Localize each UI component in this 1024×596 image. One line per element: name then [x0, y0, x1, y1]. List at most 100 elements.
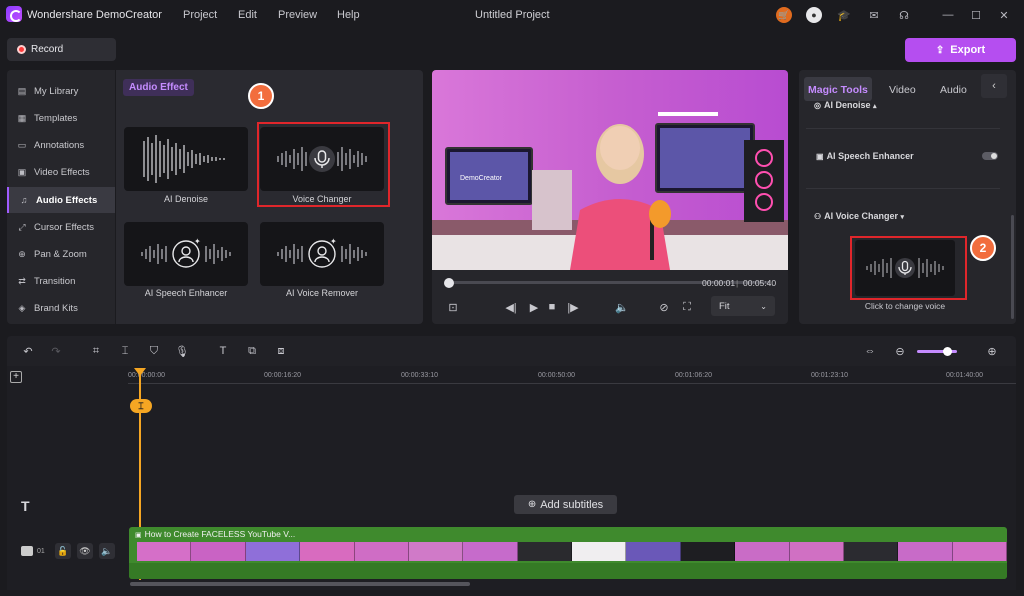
volume-icon[interactable]: 🔈: [615, 300, 629, 314]
clip-type-icon: ▣: [135, 532, 142, 539]
close-icon[interactable]: ✕: [996, 7, 1012, 23]
zoom-out-icon[interactable]: ⊖: [893, 344, 907, 358]
fit-dropdown[interactable]: Fit ⌄: [711, 296, 775, 316]
sidebar-item-label: Annotations: [34, 139, 85, 151]
ruler-tick-label: 00:01:23:10: [811, 372, 848, 379]
total-time: 00:05:40: [743, 278, 777, 288]
undo-icon[interactable]: ↶: [21, 344, 35, 358]
clip-thumbnail: [952, 542, 1007, 561]
crop-icon[interactable]: ⊘: [657, 300, 671, 314]
tab-audio[interactable]: Audio: [940, 84, 967, 96]
mic-icon[interactable]: 🎙: [175, 344, 189, 358]
fullscreen-icon[interactable]: ⛶: [680, 300, 694, 314]
menu-preview[interactable]: Preview: [278, 9, 317, 21]
ai-voice-changer-row[interactable]: ⚇ AI Voice Changer ▾: [814, 211, 904, 221]
text-tool-icon[interactable]: T: [216, 344, 230, 358]
stop-icon[interactable]: ■: [545, 300, 559, 314]
clip-thumbnail: [626, 542, 681, 561]
svg-text:✦: ✦: [194, 237, 201, 246]
split-marker-icon[interactable]: ⌶: [130, 399, 152, 413]
ai-denoise-row[interactable]: ◎ AI Denoise ▴: [814, 100, 877, 110]
change-voice-button[interactable]: [855, 240, 955, 296]
cursor-icon: ⤢: [18, 221, 26, 232]
current-time: 00:00:01: [702, 278, 736, 288]
clip-thumbnails: [137, 542, 1007, 561]
video-track-icon: [21, 546, 33, 556]
step-badge-1: 1: [248, 83, 274, 109]
add-track-icon[interactable]: +: [10, 371, 22, 383]
sidebar-item-annotations[interactable]: ▭ Annotations: [7, 132, 115, 158]
next-frame-icon[interactable]: |▶: [566, 300, 580, 314]
zoom-in-icon[interactable]: ⊕: [985, 344, 999, 358]
group-icon[interactable]: ⧉: [245, 344, 259, 358]
tab-magic-tools[interactable]: Magic Tools: [808, 84, 868, 96]
tab-video[interactable]: Video: [889, 84, 916, 96]
support-icon[interactable]: ☊: [896, 7, 912, 23]
menu-project[interactable]: Project: [183, 9, 217, 21]
split-icon[interactable]: ⌶: [118, 344, 132, 358]
voice-changer-waveform-icon: [277, 146, 367, 172]
sidebar-item-transition[interactable]: ⇄ Transition: [7, 268, 115, 294]
minimize-icon[interactable]: —: [940, 7, 956, 23]
effect-card-voice-changer[interactable]: [260, 127, 384, 191]
snapshot-icon[interactable]: ⊡: [446, 300, 460, 314]
app-title: Wondershare DemoCreator: [27, 9, 162, 21]
clip-thumbnail: [137, 542, 192, 561]
speech-enhancer-icon: ▣: [816, 152, 824, 161]
speaker-icon[interactable]: 🔈: [99, 543, 115, 559]
ungroup-icon[interactable]: ⧈: [274, 344, 288, 358]
lock-icon[interactable]: 🔓: [55, 543, 71, 559]
menu-help[interactable]: Help: [337, 9, 360, 21]
cart-icon[interactable]: 🛒: [776, 7, 792, 23]
seek-handle[interactable]: [444, 278, 454, 288]
sidebar-item-cursor-effects[interactable]: ⤢ Cursor Effects: [7, 214, 115, 240]
timeline-scrollbar[interactable]: [130, 582, 470, 586]
sidebar-item-pan-zoom[interactable]: ⊕ Pan & Zoom: [7, 241, 115, 267]
fit-timeline-icon[interactable]: ⇔: [863, 344, 877, 358]
export-button[interactable]: ⇪ Export: [905, 38, 1016, 62]
record-button[interactable]: Record: [7, 38, 116, 61]
ruler-tick-label: 00:01:40:00: [946, 372, 983, 379]
add-subtitles-label: Add subtitles: [540, 498, 604, 511]
record-dot-icon: [17, 45, 26, 54]
tutorial-icon[interactable]: 🎓: [836, 7, 852, 23]
video-frame: DemoCreator: [432, 70, 788, 270]
effect-card-ai-denoise[interactable]: [124, 127, 248, 191]
redo-icon[interactable]: ↷: [49, 344, 63, 358]
sidebar-item-brand-kits[interactable]: ◈ Brand Kits: [7, 295, 115, 321]
panel-scrollbar[interactable]: [1011, 215, 1014, 319]
mail-icon[interactable]: ✉: [866, 7, 882, 23]
ai-speech-enhancer-label: AI Speech Enhancer: [826, 151, 914, 161]
maximize-icon[interactable]: ☐: [968, 7, 984, 23]
eye-icon[interactable]: 👁: [77, 543, 93, 559]
speech-enhancer-toggle[interactable]: [982, 152, 998, 160]
clip-thumbnail: [354, 542, 409, 561]
divider: [806, 128, 1000, 129]
screen-logo-text: DemoCreator: [460, 175, 503, 182]
sidebar-item-audio-effects[interactable]: ♫ Audio Effects: [7, 187, 115, 213]
zoom-slider-handle[interactable]: [943, 347, 952, 356]
prev-frame-icon[interactable]: ◀|: [504, 300, 518, 314]
clip-thumbnail: [300, 542, 355, 561]
play-icon[interactable]: ▶: [527, 300, 541, 314]
account-icon[interactable]: ●: [806, 7, 822, 23]
menu-edit[interactable]: Edit: [238, 9, 257, 21]
add-subtitles-button[interactable]: ⊕ Add subtitles: [514, 495, 617, 514]
video-track-header: 01 🔓 👁 🔈: [7, 527, 128, 579]
video-clip[interactable]: ▣ How to Create FACELESS YouTube V...: [129, 527, 1007, 579]
sidebar-item-my-library[interactable]: ▤ My Library: [7, 78, 115, 104]
effect-card-ai-speech-enhancer[interactable]: ✦: [124, 222, 248, 286]
clip-thumbnail: [517, 542, 572, 561]
divider: [806, 188, 1000, 189]
clip-title: ▣ How to Create FACELESS YouTube V...: [135, 529, 295, 539]
clip-thumbnail: [843, 542, 899, 561]
chevron-up-icon: ▴: [873, 103, 877, 110]
sidebar-item-templates[interactable]: ▦ Templates: [7, 105, 115, 131]
waveform-icon: [143, 135, 225, 183]
mask-icon[interactable]: ⛉: [147, 344, 161, 358]
effect-card-ai-voice-remover[interactable]: ✦: [260, 222, 384, 286]
collapse-panel-icon[interactable]: ‹: [981, 74, 1007, 98]
video-preview[interactable]: DemoCreator: [432, 70, 788, 270]
sidebar-item-video-effects[interactable]: ▣ Video Effects: [7, 159, 115, 185]
crop-tool-icon[interactable]: ⌗: [89, 344, 103, 358]
